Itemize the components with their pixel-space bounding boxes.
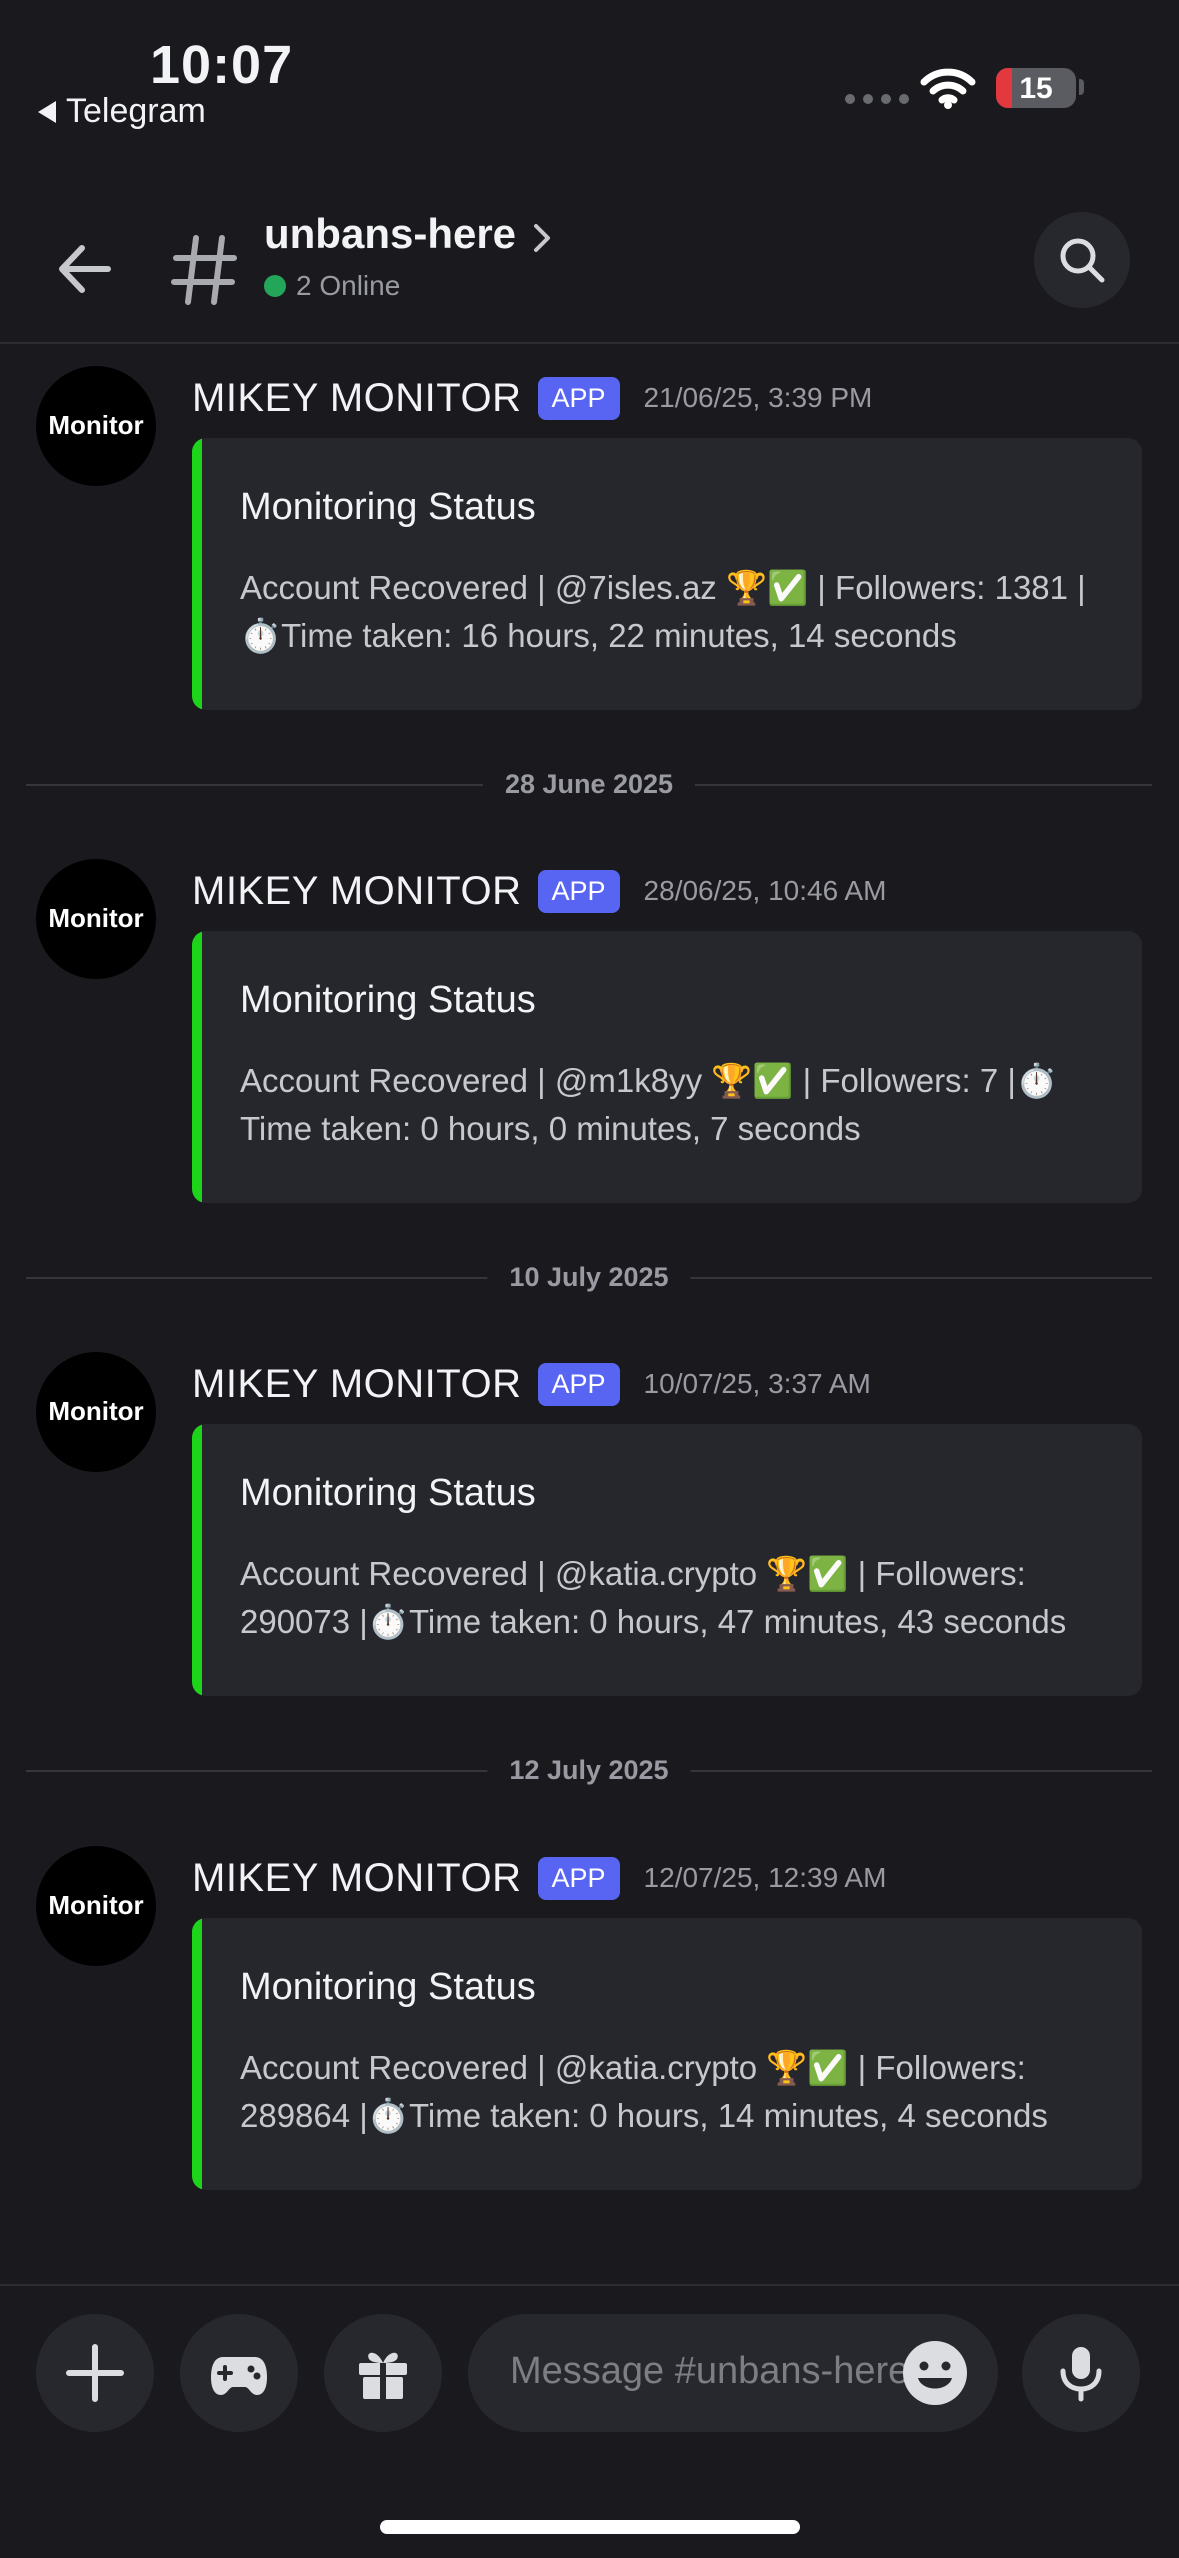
- chevron-right-icon[interactable]: [530, 220, 554, 256]
- online-count: 2 Online: [296, 270, 401, 301]
- back-to-app-link[interactable]: Telegram: [38, 92, 206, 131]
- embed-title: Monitoring Status: [240, 1966, 536, 2008]
- home-indicator: [380, 2520, 800, 2534]
- message-embed: Monitoring Status Account Recovered | @k…: [192, 1918, 1142, 2190]
- app-badge: APP: [537, 1856, 620, 1900]
- channel-name[interactable]: unbans-here: [264, 210, 516, 258]
- message-list[interactable]: Monitor MIKEY MONITOR APP 21/06/25, 3:39…: [0, 344, 1179, 2282]
- message-item[interactable]: Monitor MIKEY MONITOR APP 12/07/25, 12:3…: [0, 1824, 1179, 2190]
- date-divider: 28 June 2025: [26, 764, 1152, 804]
- embed-description: Account Recovered | @katia.crypto 🏆✅ | F…: [240, 1555, 1067, 1640]
- channel-header: unbans-here 2 Online: [0, 190, 1179, 344]
- app-badge: APP: [537, 1362, 620, 1406]
- avatar-text: Monitor: [48, 903, 144, 933]
- app-badge: APP: [537, 869, 620, 913]
- status-bar: 10:07 Telegram 15: [0, 0, 1179, 150]
- message-item[interactable]: Monitor MIKEY MONITOR APP 10/07/25, 3:37…: [0, 1330, 1179, 1696]
- message-item[interactable]: Monitor MIKEY MONITOR APP 21/06/25, 3:39…: [0, 344, 1179, 710]
- message-author[interactable]: MIKEY MONITOR: [192, 376, 522, 421]
- message-author[interactable]: MIKEY MONITOR: [192, 1362, 522, 1407]
- online-dot-icon: [264, 275, 286, 297]
- status-time: 10:07: [150, 35, 294, 95]
- date-divider-label: 10 July 2025: [487, 1257, 691, 1297]
- embed-accent-bar: [192, 1918, 202, 2190]
- message-timestamp: 28/06/25, 10:46 AM: [643, 875, 887, 906]
- activities-button[interactable]: [180, 2314, 298, 2432]
- date-divider: 10 July 2025: [26, 1257, 1152, 1297]
- app-badge: APP: [537, 376, 620, 420]
- embed-title: Monitoring Status: [240, 486, 536, 528]
- add-attachment-button[interactable]: [36, 2314, 154, 2432]
- message-embed: Monitoring Status Account Recovered | @7…: [192, 438, 1142, 710]
- battery-level: 15: [1019, 72, 1053, 105]
- embed-description: Account Recovered | @7isles.az 🏆✅ | Foll…: [240, 569, 1086, 654]
- channel-hash-icon: [171, 235, 237, 305]
- avatar-text: Monitor: [48, 1396, 144, 1426]
- embed-title: Monitoring Status: [240, 979, 536, 1021]
- message-timestamp: 10/07/25, 3:37 AM: [643, 1368, 871, 1399]
- date-divider-label: 28 June 2025: [482, 764, 696, 804]
- embed-description: Account Recovered | @m1k8yy 🏆✅ | Followe…: [240, 1062, 1058, 1147]
- search-button[interactable]: [1034, 212, 1130, 308]
- message-timestamp: 21/06/25, 3:39 PM: [643, 382, 873, 413]
- plus-icon: [66, 2344, 124, 2402]
- microphone-icon: [1060, 2347, 1102, 2402]
- avatar-text: Monitor: [48, 1890, 144, 1920]
- embed-description: Account Recovered | @katia.crypto 🏆✅ | F…: [240, 2049, 1048, 2134]
- message-input[interactable]: Message #unbans-here: [468, 2314, 998, 2432]
- message-embed: Monitoring Status Account Recovered | @m…: [192, 931, 1142, 1203]
- avatar[interactable]: Monitor: [36, 366, 156, 486]
- online-status: 2 Online: [264, 270, 400, 302]
- search-icon: [1060, 238, 1105, 283]
- emoji-icon[interactable]: [900, 2338, 970, 2408]
- gift-button[interactable]: [324, 2314, 442, 2432]
- back-arrow-icon[interactable]: [50, 234, 120, 304]
- message-item[interactable]: Monitor MIKEY MONITOR APP 28/06/25, 10:4…: [0, 837, 1179, 1203]
- message-author[interactable]: MIKEY MONITOR: [192, 1856, 522, 1901]
- back-triangle-icon: [38, 100, 56, 123]
- composer-bar: Message #unbans-here: [0, 2284, 1179, 2558]
- back-app-label: Telegram: [66, 92, 206, 130]
- avatar[interactable]: Monitor: [36, 859, 156, 979]
- cellular-signal-icon: [845, 94, 909, 104]
- voice-message-button[interactable]: [1022, 2314, 1140, 2432]
- embed-title: Monitoring Status: [240, 1472, 536, 1514]
- avatar-text: Monitor: [48, 410, 144, 440]
- message-input-placeholder: Message #unbans-here: [510, 2350, 910, 2392]
- message-author[interactable]: MIKEY MONITOR: [192, 869, 522, 914]
- avatar[interactable]: Monitor: [36, 1352, 156, 1472]
- gamepad-icon: [211, 2357, 267, 2395]
- message-embed: Monitoring Status Account Recovered | @k…: [192, 1424, 1142, 1696]
- date-divider: 12 July 2025: [26, 1750, 1152, 1790]
- date-divider-label: 12 July 2025: [487, 1750, 691, 1790]
- message-timestamp: 12/07/25, 12:39 AM: [643, 1862, 887, 1893]
- wifi-icon: [920, 68, 976, 109]
- battery-icon: 15: [996, 68, 1076, 108]
- avatar[interactable]: Monitor: [36, 1846, 156, 1966]
- embed-accent-bar: [192, 931, 202, 1203]
- gift-icon: [359, 2352, 407, 2399]
- embed-accent-bar: [192, 438, 202, 710]
- embed-accent-bar: [192, 1424, 202, 1696]
